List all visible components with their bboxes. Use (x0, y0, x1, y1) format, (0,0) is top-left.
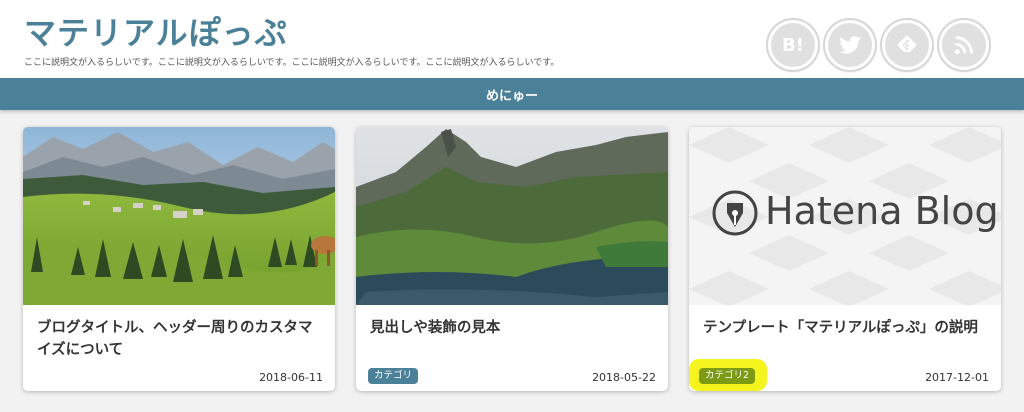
global-nav: めにゅー (0, 78, 1024, 110)
article-card[interactable]: ブログタイトル、ヘッダー周りのカスタマイズについて 2018-06-11 (23, 127, 335, 391)
mountain-meadow-image (23, 127, 335, 305)
hatena-blog-logo-text: Hatena Blog (765, 189, 999, 233)
category-badge[interactable]: カテゴリ (368, 368, 419, 384)
site-description: ここに説明文が入るらしいです。ここに説明文が入るらしいです。ここに説明文が入るら… (24, 58, 560, 68)
feedly-icon (897, 35, 917, 53)
twitter-button[interactable] (825, 20, 875, 70)
category-badge[interactable]: カテゴリ2 (699, 368, 756, 384)
article-card[interactable]: Hatena Blog テンプレート「マテリアルぽっぷ」の説明 カテゴリ2 20… (689, 127, 1001, 391)
twitter-icon (839, 36, 861, 54)
article-card[interactable]: 見出しや装飾の見本 カテゴリ 2018-05-22 (356, 127, 668, 391)
feedly-button[interactable] (882, 20, 932, 70)
article-title[interactable]: ブログタイトル、ヘッダー周りのカスタマイズについて (37, 317, 323, 361)
rss-icon (954, 36, 973, 55)
article-title[interactable]: テンプレート「マテリアルぽっぷ」の説明 (703, 317, 989, 339)
social-buttons: B! (764, 20, 1024, 72)
rss-button[interactable] (939, 20, 989, 70)
hatena-bookmark-icon: B! (782, 34, 804, 56)
article-thumbnail[interactable] (356, 127, 668, 305)
menu-toggle[interactable]: めにゅー (486, 85, 538, 104)
article-date: 2017-12-01 (925, 371, 989, 384)
mountain-lake-image (356, 127, 668, 305)
site-header: マテリアルぽっぷ ここに説明文が入るらしいです。ここに説明文が入るらしいです。こ… (0, 0, 1024, 78)
article-date: 2018-06-11 (259, 371, 323, 384)
article-title[interactable]: 見出しや装飾の見本 (370, 317, 656, 339)
article-thumbnail[interactable] (23, 127, 335, 305)
site-title[interactable]: マテリアルぽっぷ (24, 8, 288, 54)
article-thumbnail[interactable]: Hatena Blog (689, 127, 1001, 305)
article-date: 2018-05-22 (592, 371, 656, 384)
hatena-bookmark-button[interactable]: B! (768, 20, 818, 70)
hatena-pen-icon (712, 190, 758, 236)
